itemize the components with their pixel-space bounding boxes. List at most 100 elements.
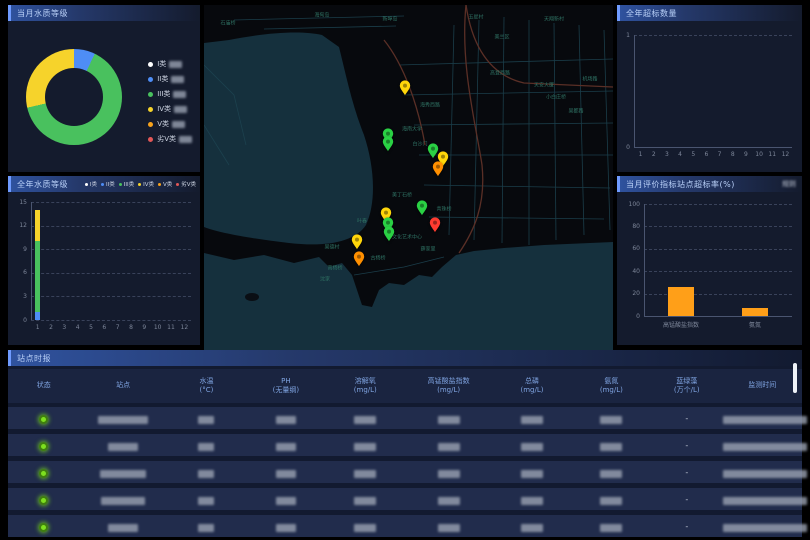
redacted-value	[108, 443, 138, 451]
legend-item[interactable]: V类	[158, 180, 172, 188]
cell-temp	[167, 517, 246, 536]
column-header-codmn: 高锰酸盐指数(mg/L)	[405, 377, 492, 396]
x-axis-tick-label: 5	[84, 324, 97, 331]
panel-station-table: 站点时报 状态站点水温(°C)PH(无量纲)溶解氧(mg/L)高锰酸盐指数(mg…	[8, 350, 802, 533]
map-place-label: 白沙门	[412, 141, 427, 148]
redacted-value	[521, 416, 543, 424]
legend-item[interactable]: III类	[148, 89, 192, 99]
station-map-pin[interactable]	[432, 161, 444, 177]
legend-item[interactable]: IV类	[138, 180, 154, 188]
legend-label: V类	[157, 119, 169, 129]
map-place-label: 美丁石桥	[392, 192, 412, 199]
x-axis-tick-label: 3	[660, 151, 673, 158]
legend-item[interactable]: II类	[148, 74, 192, 84]
column-header-nh3n: 氨氮(mg/L)	[572, 377, 651, 396]
city-map[interactable]: 石庙桥海甸岛新埠岛五星村天翔新村美兰区高登西路天安大厦机场路小白庄桥吴都路海秀西…	[204, 5, 613, 350]
y-axis-tick-label: 3	[11, 293, 27, 300]
rate-bar	[668, 287, 694, 316]
cell-tp	[492, 463, 571, 482]
station-map-pin[interactable]	[416, 200, 428, 216]
x-axis-tick-label: 6	[98, 324, 111, 331]
legend-label: I类	[157, 59, 166, 69]
x-axis-tick-label: 6	[700, 151, 713, 158]
x-axis-tick-label: 9	[138, 324, 151, 331]
redacted-value	[438, 524, 460, 532]
gridline	[31, 249, 191, 250]
table-row[interactable]: -	[8, 407, 802, 429]
redacted-value	[723, 524, 807, 532]
redacted-value	[521, 497, 543, 505]
column-header-status: 状态	[8, 381, 79, 390]
map-place-label: 叶春	[357, 218, 367, 225]
legend-value-redacted	[172, 121, 185, 128]
table-scrollbar[interactable]	[793, 363, 797, 393]
dashboard: 当月水质等级 I类II类III类IV类V类劣V类 全年水质等级 I类II类III…	[0, 0, 810, 540]
gridline	[31, 296, 191, 297]
legend-item[interactable]: 劣V类	[148, 134, 192, 144]
station-map-pin[interactable]	[353, 251, 365, 267]
rate-bar	[742, 308, 768, 316]
legend-dot	[148, 107, 153, 112]
table-row[interactable]: -	[8, 434, 802, 456]
panel-title: 站点时报	[17, 353, 51, 364]
map-place-label: 机场路	[582, 76, 597, 83]
y-axis-tick-label: 0	[620, 313, 640, 320]
legend-item[interactable]: II类	[101, 180, 115, 188]
panel-title: 全年水质等级	[17, 179, 68, 190]
legend-item[interactable]: III类	[119, 180, 134, 188]
map-base-layer	[204, 5, 613, 350]
legend-item[interactable]: I类	[148, 59, 192, 69]
y-axis-tick-label: 20	[620, 290, 640, 297]
rules-link[interactable]: 规则	[782, 179, 796, 189]
map-place-label: 吴德村	[324, 244, 339, 251]
redacted-value	[354, 470, 376, 478]
cell-time	[723, 490, 802, 509]
station-map-pin[interactable]	[429, 217, 441, 233]
station-map-pin[interactable]	[351, 234, 363, 250]
legend-label: III类	[124, 180, 134, 188]
cell-tp	[492, 490, 571, 509]
map-place-label: 海甸岛	[314, 12, 329, 19]
x-axis-tick-label: 11	[766, 151, 779, 158]
status-dot	[39, 415, 48, 424]
panel-header: 全年超标数量	[617, 5, 802, 21]
redacted-value	[98, 416, 148, 424]
panel-title: 全年超标数量	[626, 8, 677, 19]
table-row[interactable]: -	[8, 515, 802, 537]
redacted-value	[198, 416, 214, 424]
cell-ph	[246, 463, 325, 482]
cell-codmn	[405, 409, 492, 428]
redacted-value	[108, 524, 138, 532]
annual-grade-bar-chart: 03691215123456789101112	[11, 194, 197, 342]
x-axis-line	[634, 147, 792, 148]
station-map-pin[interactable]	[383, 226, 395, 242]
map-place-label: 沈家	[320, 276, 330, 283]
map-place-label: 新埠岛	[382, 16, 397, 23]
station-map-pin[interactable]	[382, 136, 394, 152]
station-map-pin[interactable]	[399, 80, 411, 96]
redacted-value	[723, 416, 807, 424]
legend-item[interactable]: 劣V类	[176, 180, 196, 188]
cell-do	[326, 490, 405, 509]
y-axis-tick-label: 9	[11, 246, 27, 253]
x-axis-tick-label: 12	[779, 151, 792, 158]
gridline	[31, 273, 191, 274]
x-axis-tick-label: 8	[124, 324, 137, 331]
legend-label: I类	[90, 180, 97, 188]
legend-item[interactable]: I类	[85, 180, 97, 188]
redacted-value	[723, 443, 807, 451]
x-axis-tick-label: 5	[687, 151, 700, 158]
legend-item[interactable]: V类	[148, 119, 192, 129]
redacted-value	[438, 497, 460, 505]
table-row[interactable]: -	[8, 488, 802, 510]
gridline	[31, 202, 191, 203]
column-header-temp: 水温(°C)	[167, 377, 246, 396]
gridline	[644, 249, 792, 250]
redacted-value	[100, 470, 146, 478]
cell-time	[723, 436, 802, 455]
y-axis-tick-label: 60	[620, 245, 640, 252]
gridline	[644, 271, 792, 272]
table-row[interactable]: -	[8, 461, 802, 483]
legend-item[interactable]: IV类	[148, 104, 192, 114]
redacted-value	[354, 416, 376, 424]
